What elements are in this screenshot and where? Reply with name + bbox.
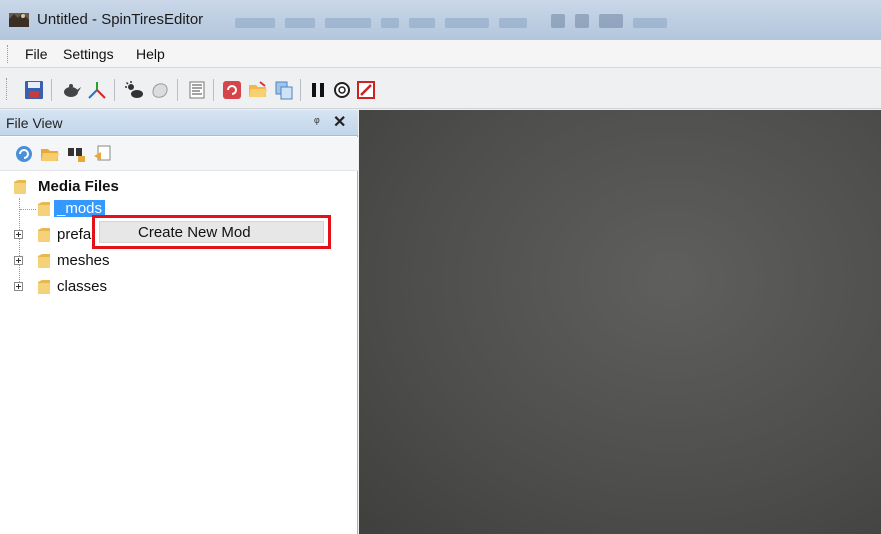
window-title: Untitled - SpinTiresEditor xyxy=(37,11,204,28)
weather-icon[interactable] xyxy=(124,80,144,100)
toolbar-separator xyxy=(213,79,214,101)
refresh-icon[interactable] xyxy=(14,144,34,164)
tree-connector xyxy=(20,209,36,210)
menu-settings[interactable]: Settings xyxy=(63,46,114,62)
material-icon[interactable] xyxy=(150,80,170,100)
file-view-toolbar xyxy=(0,137,358,171)
teapot-icon[interactable] xyxy=(62,80,82,100)
menu-item-label: Create New Mod xyxy=(138,224,251,241)
pause-icon[interactable] xyxy=(308,80,328,100)
file-view-header: File View ᵠ ✕ xyxy=(0,110,358,136)
folder-icon xyxy=(38,202,50,216)
save-icon[interactable] xyxy=(24,80,44,100)
folder-icon xyxy=(38,254,50,268)
stop-red-icon[interactable] xyxy=(356,80,376,100)
menu-file[interactable]: File xyxy=(25,46,48,62)
3d-viewport[interactable] xyxy=(359,110,881,534)
pin-icon[interactable]: ᵠ xyxy=(314,114,320,129)
expand-toggle[interactable] xyxy=(14,282,23,291)
toolbar-separator xyxy=(51,79,52,101)
list-icon[interactable] xyxy=(187,80,207,100)
editor-window: Untitled - SpinTiresEditor File Settings… xyxy=(0,0,881,534)
background-window-menu xyxy=(235,12,875,30)
tree-root-label: Media Files xyxy=(38,178,119,195)
toolbar-separator xyxy=(114,79,115,101)
toolbar-separator xyxy=(177,79,178,101)
copy-icon[interactable] xyxy=(274,80,294,100)
folder-icon xyxy=(14,180,26,194)
open-folder-icon[interactable] xyxy=(40,144,60,164)
open-folder-icon[interactable] xyxy=(248,80,268,100)
axis-icon[interactable] xyxy=(87,80,107,100)
search-files-icon[interactable] xyxy=(66,144,86,164)
tree-item-label: meshes xyxy=(57,252,110,269)
menu-bar: File Settings Help xyxy=(0,40,881,68)
toolbar-separator xyxy=(300,79,301,101)
file-view-title: File View xyxy=(6,115,63,131)
menubar-grip[interactable] xyxy=(7,45,9,63)
folder-icon xyxy=(38,228,50,242)
folder-icon xyxy=(38,280,50,294)
zoom-icon[interactable] xyxy=(332,80,352,100)
file-view-panel: File View ᵠ ✕ Media Files _mods prefabs … xyxy=(0,110,358,534)
app-icon xyxy=(9,13,29,27)
create-new-mod-menu-item[interactable]: Create New Mod xyxy=(99,221,324,243)
tree-connector xyxy=(19,198,20,290)
title-bar: Untitled - SpinTiresEditor xyxy=(0,0,881,40)
toolbar-grip[interactable] xyxy=(6,78,8,100)
context-menu: Create New Mod xyxy=(92,215,331,249)
close-icon[interactable]: ✕ xyxy=(333,112,346,132)
export-icon[interactable] xyxy=(92,144,112,164)
refresh-red-icon[interactable] xyxy=(222,80,242,100)
expand-toggle[interactable] xyxy=(14,230,23,239)
expand-toggle[interactable] xyxy=(14,256,23,265)
tree-item-label: classes xyxy=(57,278,108,295)
main-toolbar xyxy=(0,69,881,109)
menu-help[interactable]: Help xyxy=(136,46,165,62)
